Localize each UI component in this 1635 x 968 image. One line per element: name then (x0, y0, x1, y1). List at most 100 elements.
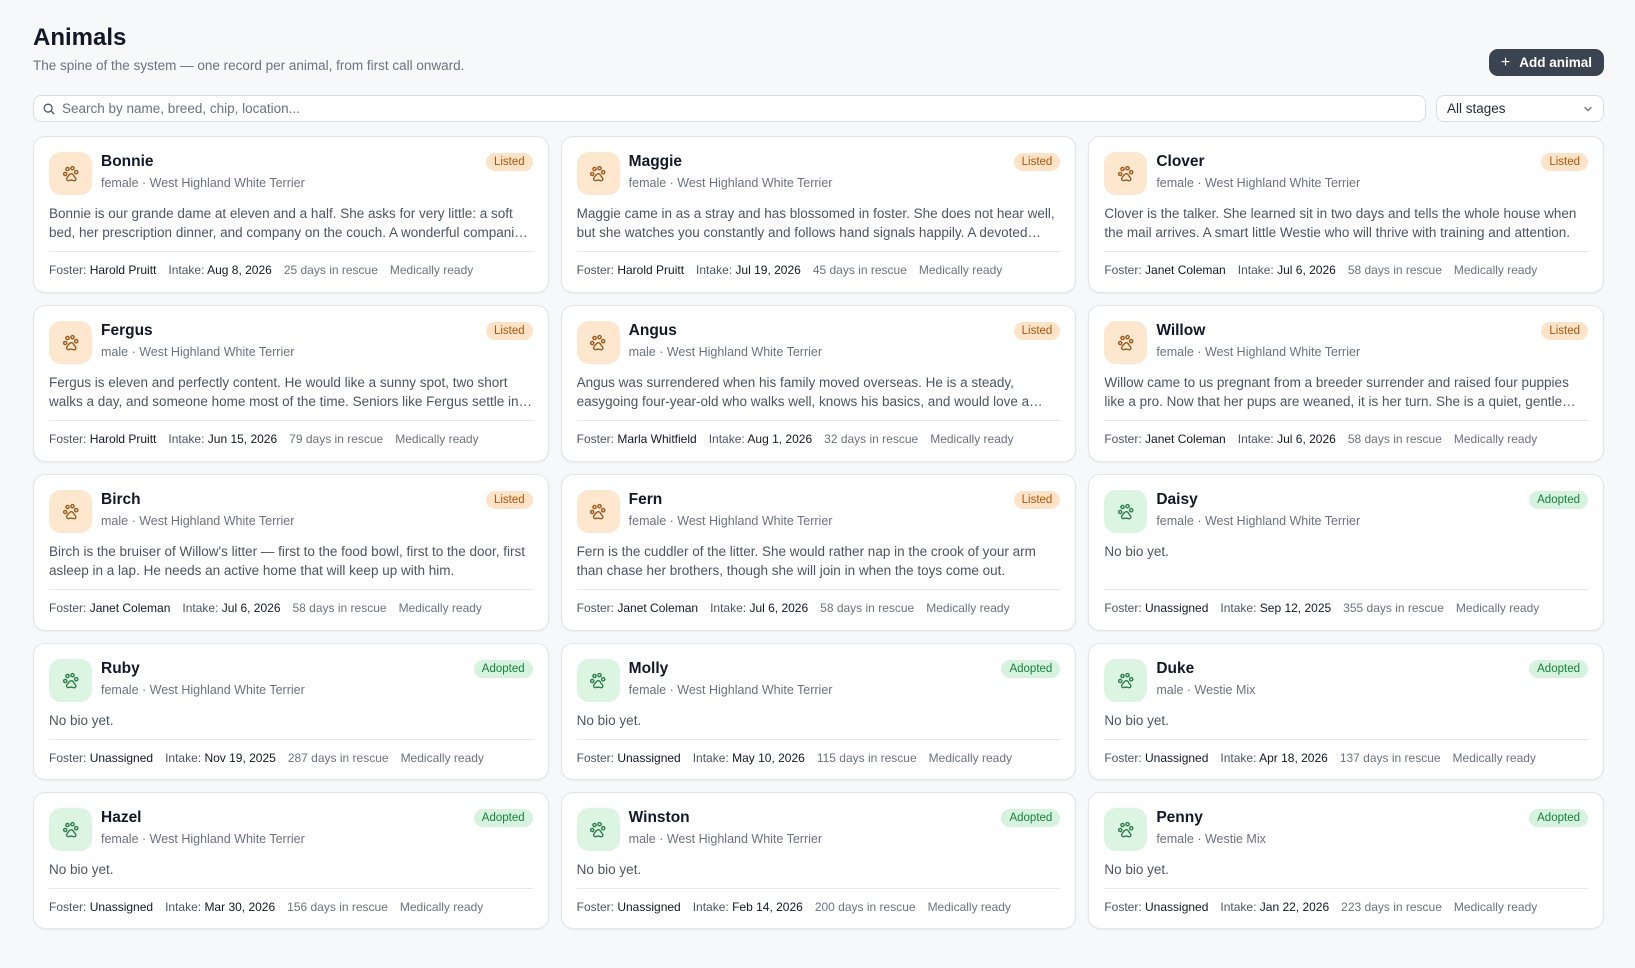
animal-card-daisy[interactable]: Daisy female · West Highland White Terri… (1088, 474, 1604, 631)
animal-name: Birch (101, 491, 141, 508)
card-divider (576, 251, 1061, 252)
medical-status: Medically ready (1453, 263, 1538, 277)
status-badge: Adopted (1001, 809, 1061, 827)
foster-name: Marla Whitfield (617, 432, 697, 446)
animal-card-ruby[interactable]: Ruby female · West Highland White Terrie… (33, 643, 549, 780)
animal-name: Daisy (1156, 491, 1198, 508)
animal-sex-breed: male · West Highland White Terrier (628, 345, 823, 359)
card-footer: Foster: Unassigned Intake: Mar 30, 2026 … (49, 900, 533, 914)
intake-date: Jun 15, 2026 (207, 432, 278, 446)
foster-name: Harold Pruitt (89, 263, 157, 277)
intake-label: Intake: (710, 601, 747, 615)
foster-label: Foster: (1104, 900, 1142, 914)
status-badge: Listed (1013, 153, 1061, 171)
foster-name: Unassigned (617, 900, 681, 914)
search-input[interactable] (34, 96, 1425, 121)
medical-status: Medically ready (1455, 601, 1540, 615)
intake-label: Intake: (692, 900, 729, 914)
animal-card-penny[interactable]: Penny female · Westie Mix Adopted No bio… (1088, 792, 1604, 929)
medical-status: Medically ready (928, 751, 1013, 765)
card-divider (49, 251, 533, 252)
days-in-rescue: 25 days in rescue (283, 263, 378, 277)
card-footer: Foster: Unassigned Intake: May 10, 2026 … (577, 751, 1061, 765)
animal-sex-breed: male · Westie Mix (1156, 683, 1256, 697)
foster-name: Unassigned (89, 751, 154, 765)
animal-bio: No bio yet. (49, 713, 114, 728)
foster-name: Harold Pruitt (89, 432, 157, 446)
card-header: Hazel female · West Highland White Terri… (49, 808, 533, 851)
card-footer: Foster: Harold Pruitt Intake: Jun 15, 20… (49, 432, 533, 446)
animal-card-duke[interactable]: Duke male · Westie Mix Adopted No bio ye… (1088, 643, 1604, 780)
add-animal-button[interactable]: + Add animal (1488, 49, 1604, 76)
status-badge: Adopted (1001, 660, 1061, 678)
days-in-rescue: 79 days in rescue (289, 432, 384, 446)
card-header: Molly female · West Highland White Terri… (576, 659, 1061, 702)
intake-date: Jul 6, 2026 (749, 601, 809, 615)
intake-label: Intake: (708, 432, 745, 446)
card-divider (576, 739, 1061, 740)
animal-avatar (1104, 659, 1148, 702)
paw-icon (590, 503, 606, 519)
animal-card-bonnie[interactable]: Bonnie female · West Highland White Terr… (33, 136, 549, 293)
status-badge: Adopted (473, 809, 533, 827)
card-footer: Foster: Unassigned Intake: Feb 14, 2026 … (577, 900, 1061, 914)
animal-name: Angus (628, 322, 677, 339)
stage-filter-select[interactable]: All stages (1436, 95, 1604, 122)
animal-card-clover[interactable]: Clover female · West Highland White Terr… (1088, 136, 1604, 293)
intake-date: Mar 30, 2026 (204, 900, 276, 914)
card-footer: Foster: Janet Coleman Intake: Jul 6, 202… (577, 601, 1061, 615)
chevron-down-icon (1584, 106, 1592, 111)
foster-name: Janet Coleman (89, 601, 171, 615)
intake-label: Intake: (1220, 900, 1257, 914)
status-badge: Listed (1541, 322, 1588, 340)
animal-card-maggie[interactable]: Maggie female · West Highland White Terr… (560, 136, 1077, 293)
days-in-rescue: 45 days in rescue (812, 263, 907, 277)
animal-bio: Willow came to us pregnant from a breede… (1104, 375, 1569, 409)
days-in-rescue: 58 days in rescue (1347, 432, 1442, 446)
animal-name: Molly (628, 660, 669, 677)
animal-name: Penny (1156, 809, 1203, 826)
card-divider (49, 739, 533, 740)
intake-date: May 10, 2026 (732, 751, 805, 765)
animal-name: Ruby (101, 660, 140, 677)
animal-avatar (576, 321, 620, 364)
animal-bio: No bio yet. (576, 713, 642, 728)
page-subtitle: The spine of the system — one record per… (33, 58, 465, 73)
intake-date: Aug 1, 2026 (747, 432, 813, 446)
foster-label: Foster: (576, 263, 614, 277)
card-header: Duke male · Westie Mix Adopted (1104, 659, 1588, 702)
days-in-rescue: 156 days in rescue (287, 900, 388, 914)
card-divider (49, 888, 533, 889)
intake-label: Intake: (1237, 432, 1274, 446)
card-footer: Foster: Harold Pruitt Intake: Jul 19, 20… (577, 263, 1061, 277)
foster-label: Foster: (576, 432, 614, 446)
intake-date: Feb 14, 2026 (732, 900, 803, 914)
animal-card-winston[interactable]: Winston male · West Highland White Terri… (560, 792, 1077, 929)
paw-icon (62, 334, 78, 350)
animal-card-willow[interactable]: Willow female · West Highland White Terr… (1088, 305, 1604, 462)
intake-date: Apr 18, 2026 (1259, 751, 1328, 765)
card-footer: Foster: Janet Coleman Intake: Jul 6, 202… (1104, 263, 1588, 277)
status-badge: Listed (485, 491, 533, 509)
animal-sex-breed: male · West Highland White Terrier (628, 832, 823, 846)
animal-avatar (1104, 808, 1148, 851)
foster-name: Harold Pruitt (617, 263, 685, 277)
card-header: Bonnie female · West Highland White Terr… (49, 152, 533, 195)
medical-status: Medically ready (389, 263, 474, 277)
animal-card-fern[interactable]: Fern female · West Highland White Terrie… (560, 474, 1077, 631)
status-badge: Adopted (1529, 491, 1588, 509)
page-header: Animals The spine of the system — one re… (33, 0, 1604, 92)
intake-label: Intake: (696, 263, 733, 277)
animal-card-molly[interactable]: Molly female · West Highland White Terri… (560, 643, 1077, 780)
card-divider (1104, 739, 1588, 740)
foster-name: Unassigned (89, 900, 154, 914)
animal-card-fergus[interactable]: Fergus male · West Highland White Terrie… (33, 305, 549, 462)
foster-name: Unassigned (1145, 601, 1209, 615)
animal-card-birch[interactable]: Birch male · West Highland White Terrier… (33, 474, 549, 631)
animals-page: Animals The spine of the system — one re… (0, 0, 1635, 968)
animal-card-hazel[interactable]: Hazel female · West Highland White Terri… (33, 792, 549, 929)
paw-icon (590, 165, 606, 181)
paw-icon (590, 672, 606, 688)
animal-bio: No bio yet. (576, 862, 642, 877)
animal-card-angus[interactable]: Angus male · West Highland White Terrier… (560, 305, 1077, 462)
